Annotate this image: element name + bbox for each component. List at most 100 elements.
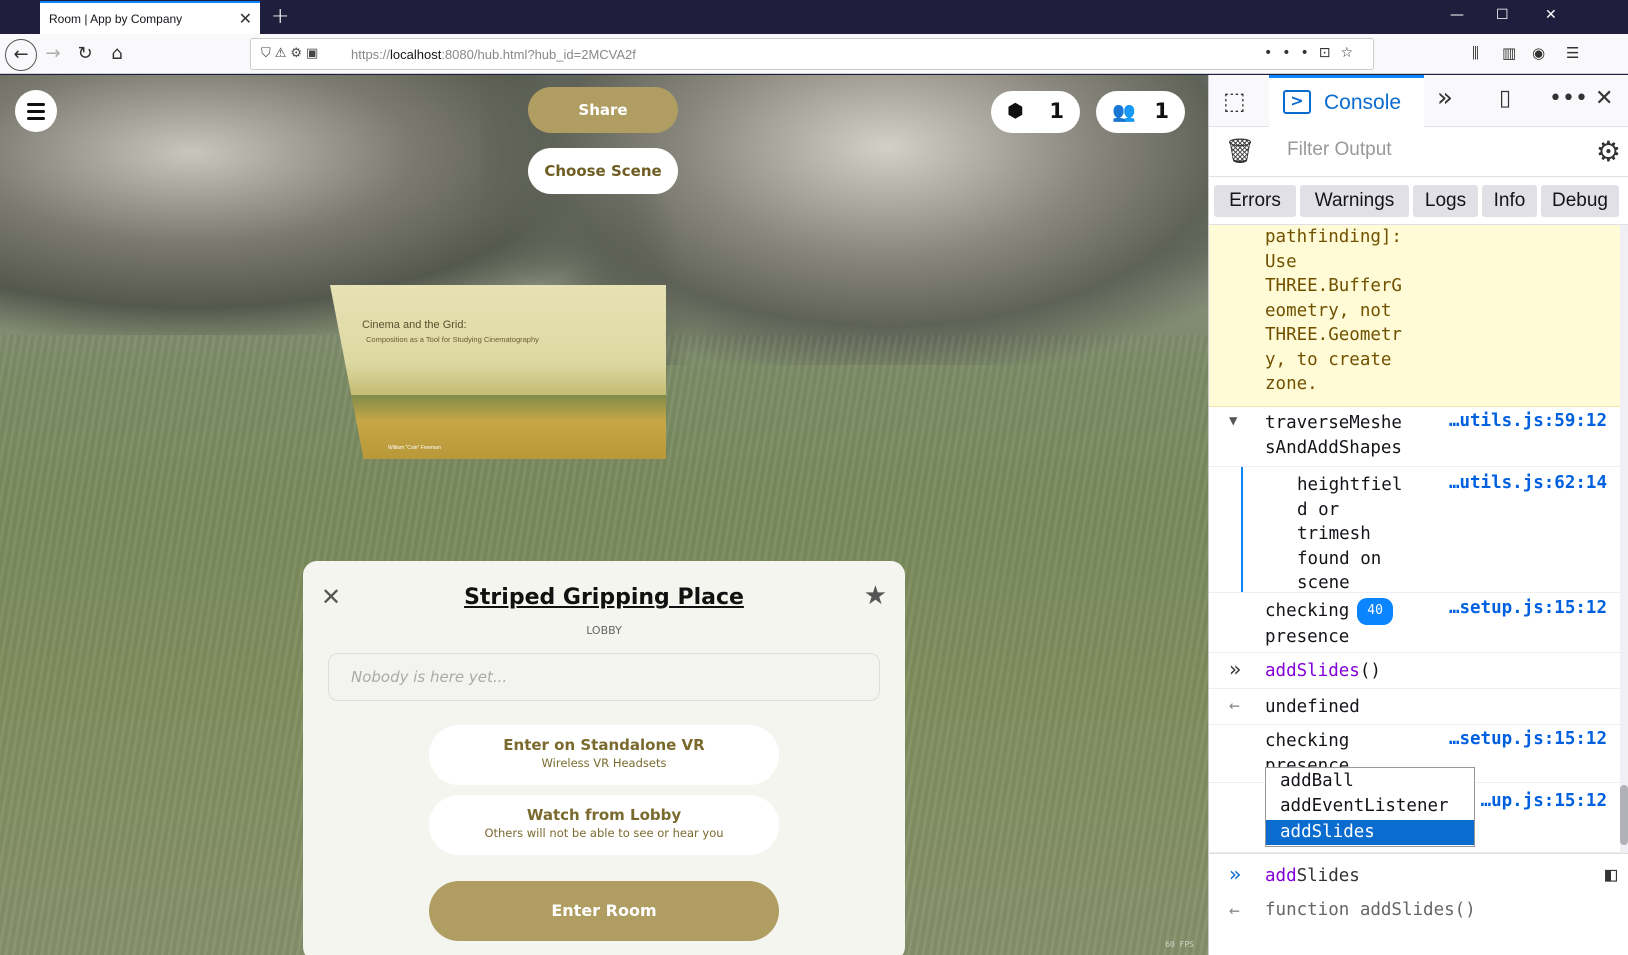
enter-standalone-vr-button[interactable]: Enter on Standalone VR Wireless VR Heads…: [429, 725, 779, 785]
more-tabs-icon[interactable]: »: [1437, 83, 1453, 113]
autocomplete-item[interactable]: addBall: [1266, 769, 1474, 794]
url-text[interactable]: https://localhost:8080/hub.html?hub_id=2…: [351, 47, 636, 62]
devtools-toolbar: ⬚ > Console » ▯ ••• ✕: [1209, 75, 1628, 127]
filter-warnings[interactable]: Warnings: [1300, 185, 1409, 217]
log-row: checking 40 presence …setup.js:15:12: [1209, 593, 1621, 653]
responsive-design-icon[interactable]: ▯: [1499, 86, 1511, 111]
filter-output-input[interactable]: Filter Output: [1287, 139, 1392, 161]
source-link[interactable]: …up.js:15:12: [1481, 791, 1607, 811]
lobby-dialog: ✕ ★ Striped Gripping Place LOBBY Nobody …: [303, 561, 905, 955]
input-chevron-icon: »: [1229, 862, 1242, 886]
option-sublabel: Others will not be able to see or hear y…: [484, 826, 724, 840]
objects-counter[interactable]: ⬢ 1: [991, 91, 1080, 133]
watch-from-lobby-button[interactable]: Watch from Lobby Others will not be able…: [429, 795, 779, 855]
console-input-text[interactable]: addSlides: [1265, 866, 1360, 886]
warning-text: pathfinding]: Use THREE.BufferG eometry,…: [1265, 227, 1402, 394]
tab-title: Room | App by Company: [49, 12, 183, 26]
autocomplete-item[interactable]: addEventListener: [1266, 794, 1474, 819]
site-info-icons[interactable]: ⛉⚠⚙▣: [261, 46, 322, 61]
filter-debug[interactable]: Debug: [1541, 185, 1619, 217]
source-link[interactable]: …utils.js:59:12: [1449, 411, 1607, 431]
input-text: addSlides(): [1265, 661, 1381, 681]
options-icon[interactable]: •••: [1549, 86, 1588, 111]
nested-log-row: heightfiel d or trimesh found on scene ……: [1209, 467, 1621, 593]
warning-message: pathfinding]: Use THREE.BufferG eometry,…: [1209, 225, 1621, 407]
title-bar: Room | App by Company ✕ + — ☐ ✕: [0, 0, 1628, 34]
main-menu-button[interactable]: [15, 90, 57, 132]
scrollbar-thumb[interactable]: [1620, 785, 1628, 845]
filter-logs[interactable]: Logs: [1413, 185, 1478, 217]
preview-arrow-icon: ←: [1229, 900, 1240, 921]
trace-function: traverseMeshe sAndAddShapes: [1265, 413, 1402, 458]
share-button[interactable]: Share: [528, 87, 678, 133]
console-scrollbar[interactable]: [1620, 225, 1628, 853]
console-input-row: » addSlides(): [1209, 653, 1621, 689]
new-tab-icon[interactable]: +: [271, 4, 289, 29]
tab-close-icon[interactable]: ✕: [239, 9, 252, 28]
repeat-count-badge: 40: [1357, 598, 1393, 625]
console-output[interactable]: pathfinding]: Use THREE.BufferG eometry,…: [1209, 225, 1621, 853]
input-chevron-icon: »: [1229, 657, 1242, 681]
autocomplete-item-selected[interactable]: addSlides: [1266, 820, 1474, 845]
fps-counter: 60 FPS: [1165, 940, 1194, 949]
home-icon[interactable]: ⌂: [104, 42, 130, 68]
objects-count: 1: [1049, 99, 1064, 123]
filter-errors[interactable]: Errors: [1214, 185, 1296, 217]
log-text: checking 40 presence: [1265, 598, 1393, 649]
presentation-slide[interactable]: Cinema and the Grid: Composition as a To…: [330, 285, 666, 459]
console-result-row: ← undefined: [1209, 689, 1621, 725]
enter-room-button[interactable]: Enter Room: [429, 881, 779, 941]
console-filter-bar: 🗑 Filter Output ⚙: [1209, 127, 1628, 177]
console-input[interactable]: » addSlides ◧ ← function addSlides(): [1209, 853, 1628, 955]
source-link[interactable]: …setup.js:15:12: [1449, 598, 1607, 618]
console-settings-icon[interactable]: ⚙: [1596, 135, 1621, 168]
maximize-icon[interactable]: ☐: [1496, 7, 1509, 23]
stack-trace-row[interactable]: ▼ traverseMeshe sAndAddShapes …utils.js:…: [1209, 407, 1621, 467]
sidebar-icon[interactable]: ▥: [1502, 44, 1516, 62]
option-label: Watch from Lobby: [526, 806, 682, 824]
page-actions[interactable]: •••⊡☆: [1264, 45, 1363, 61]
clear-console-icon[interactable]: 🗑: [1225, 137, 1255, 165]
presence-placeholder: Nobody is here yet...: [351, 668, 508, 686]
devtools-panel: ⬚ > Console » ▯ ••• ✕ 🗑 Filter Output ⚙ …: [1208, 75, 1628, 955]
menu-icon[interactable]: ☰: [1566, 44, 1579, 62]
log-level-filters: Errors Warnings Logs Info Debug: [1209, 177, 1628, 225]
3d-scene-viewport[interactable]: Share Choose Scene ⬢ 1 👥 1 Cinema and th…: [0, 75, 1208, 955]
minimize-icon[interactable]: —: [1450, 7, 1464, 23]
browser-tab[interactable]: Room | App by Company ✕: [40, 1, 260, 34]
window-close-icon[interactable]: ✕: [1545, 7, 1557, 23]
console-icon: >: [1283, 90, 1311, 114]
people-counter[interactable]: 👥 1: [1096, 91, 1185, 133]
nested-log-text: heightfiel d or trimesh found on scene: [1297, 475, 1403, 593]
room-title[interactable]: Striped Gripping Place: [303, 585, 905, 610]
url-bar[interactable]: ⛉⚠⚙▣ https://localhost:8080/hub.html?hub…: [250, 38, 1374, 70]
library-icon[interactable]: ⫼: [1472, 44, 1479, 62]
eager-eval-preview: function addSlides(): [1265, 900, 1476, 920]
expand-triangle-icon[interactable]: ▼: [1229, 413, 1237, 429]
slide-subtitle: Composition as a Tool for Studying Cinem…: [366, 335, 539, 344]
people-icon: 👥: [1112, 101, 1136, 123]
tab-console-label: Console: [1324, 91, 1402, 114]
choose-scene-button[interactable]: Choose Scene: [528, 148, 678, 194]
tab-console[interactable]: > Console: [1269, 75, 1424, 127]
source-link[interactable]: …utils.js:62:14: [1449, 473, 1607, 493]
option-sublabel: Wireless VR Headsets: [541, 756, 667, 770]
people-count: 1: [1154, 99, 1169, 123]
back-icon[interactable]: ←: [5, 39, 37, 71]
source-link[interactable]: …setup.js:15:12: [1449, 729, 1607, 749]
element-picker-icon[interactable]: ⬚: [1223, 87, 1246, 115]
close-devtools-icon[interactable]: ✕: [1595, 86, 1613, 111]
editor-mode-icon[interactable]: ◧: [1605, 862, 1617, 886]
lobby-label: LOBBY: [586, 624, 622, 637]
account-icon[interactable]: ◉: [1532, 44, 1545, 62]
option-label: Enter on Standalone VR: [503, 736, 705, 754]
slide-field-image: [330, 395, 666, 459]
filter-info[interactable]: Info: [1482, 185, 1537, 217]
forward-icon[interactable]: →: [40, 42, 66, 68]
reload-icon[interactable]: ↻: [72, 42, 98, 68]
slide-author: William "Cole" Freeman: [388, 445, 441, 451]
autocomplete-popup: addBall addEventListener addSlides: [1265, 767, 1475, 847]
result-arrow-icon: ←: [1229, 695, 1240, 716]
presence-list: Nobody is here yet...: [328, 653, 880, 701]
slide-title: Cinema and the Grid:: [362, 319, 467, 331]
